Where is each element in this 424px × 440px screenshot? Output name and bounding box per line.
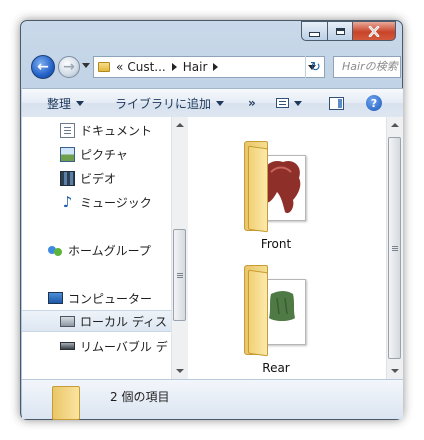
forward-button[interactable]: → — [58, 56, 80, 78]
minimize-icon — [309, 31, 320, 37]
file-item-front[interactable]: Front — [231, 141, 321, 251]
scroll-up-arrow-icon[interactable] — [176, 123, 184, 127]
nav-item-label: ドキュメント — [80, 123, 153, 138]
address-row: ← → « Cust... Hair ↻ Hairの検索 — [21, 51, 402, 81]
folder-icon — [52, 386, 80, 420]
nav-item-removable-disk[interactable]: リムーバブル デ — [22, 335, 171, 357]
homegroup-icon — [48, 243, 63, 258]
details-pane: 2 個の項目 — [22, 379, 403, 420]
maximize-button[interactable] — [327, 21, 352, 41]
nav-item-computer[interactable]: コンピューター — [22, 287, 171, 309]
forward-arrow-icon: → — [63, 59, 75, 75]
address-overflow[interactable]: « — [116, 60, 123, 74]
nav-item-label: ビデオ — [80, 171, 117, 186]
close-icon — [368, 25, 380, 37]
removable-disk-icon — [60, 342, 75, 350]
picture-icon — [60, 146, 75, 162]
folder-icon — [244, 265, 308, 357]
scroll-down-arrow-icon[interactable] — [176, 369, 184, 373]
navigation-scrollbar[interactable] — [171, 117, 188, 379]
content-area: ドキュメント ピクチャ ビデオ ♪ ミュージック ホームグループ コンピューター — [22, 117, 403, 379]
breadcrumb-chevron-icon[interactable] — [213, 63, 219, 71]
nav-item-label: ホームグループ — [68, 243, 151, 258]
breadcrumb-chevron-icon[interactable] — [171, 63, 177, 71]
help-button[interactable]: ? — [366, 89, 382, 117]
refresh-button[interactable]: ↻ — [305, 56, 325, 78]
nav-item-videos[interactable]: ビデオ — [22, 167, 171, 189]
back-arrow-icon: ← — [37, 59, 49, 75]
preview-pane-icon — [329, 96, 344, 110]
nav-item-local-disk[interactable]: ローカル ディス — [22, 310, 171, 332]
document-icon — [60, 122, 75, 138]
toolbar-overflow-button[interactable]: » — [248, 89, 256, 117]
nav-item-documents[interactable]: ドキュメント — [22, 119, 171, 141]
chevron-down-icon — [216, 100, 225, 106]
recent-pages-dropdown[interactable] — [82, 63, 90, 68]
organize-label: 整理 — [47, 96, 72, 111]
video-icon — [60, 170, 75, 186]
scrollbar-thumb[interactable] — [173, 229, 186, 321]
refresh-icon: ↻ — [310, 59, 321, 75]
command-bar: 整理 ライブラリに追加 » ? — [22, 88, 403, 118]
file-name: Front — [260, 237, 292, 251]
add-to-library-label: ライブラリに追加 — [115, 96, 212, 111]
nav-item-label: ミュージック — [80, 195, 152, 210]
search-input[interactable]: Hairの検索 — [333, 56, 401, 78]
nav-item-music[interactable]: ♪ ミュージック — [22, 191, 171, 213]
chevron-down-icon — [294, 100, 302, 106]
nav-item-label: ローカル ディス — [80, 314, 167, 329]
folder-icon — [98, 62, 110, 72]
file-name: Rear — [262, 361, 290, 375]
explorer-window: ← → « Cust... Hair ↻ Hairの検索 整理 ライブラリに追加 — [20, 20, 403, 420]
address-bar[interactable]: « Cust... Hair — [93, 56, 325, 78]
music-icon: ♪ — [62, 192, 73, 211]
nav-item-homegroup[interactable]: ホームグループ — [22, 239, 171, 261]
scrollbar-thumb[interactable] — [388, 137, 401, 359]
preview-pane-button[interactable] — [329, 89, 344, 117]
change-view-button[interactable] — [276, 89, 302, 117]
local-disk-icon — [60, 315, 75, 327]
chevron-down-icon — [76, 100, 85, 106]
scroll-down-arrow-icon[interactable] — [391, 369, 399, 373]
item-count: 2 個の項目 — [110, 390, 170, 404]
folder-icon — [244, 141, 308, 233]
breadcrumb-segment-cust[interactable]: Cust... — [127, 60, 165, 74]
scroll-up-arrow-icon[interactable] — [391, 123, 399, 127]
navigation-pane: ドキュメント ピクチャ ビデオ ♪ ミュージック ホームグループ コンピューター — [22, 117, 171, 379]
nav-item-label: ピクチャ — [80, 147, 128, 162]
nav-item-label: コンピューター — [68, 291, 153, 306]
help-icon: ? — [366, 95, 382, 111]
caption-buttons — [301, 21, 396, 43]
computer-icon — [48, 292, 63, 304]
nav-item-label: リムーバブル デ — [80, 339, 168, 354]
organize-button[interactable]: 整理 — [47, 89, 85, 117]
maximize-icon — [335, 27, 345, 35]
file-list-scrollbar[interactable] — [386, 117, 403, 379]
nav-item-pictures[interactable]: ピクチャ — [22, 143, 171, 165]
back-button[interactable]: ← — [31, 55, 55, 79]
close-button[interactable] — [352, 21, 396, 41]
breadcrumb-segment-hair[interactable]: Hair — [183, 60, 208, 74]
view-icon — [276, 98, 289, 108]
minimize-button[interactable] — [301, 21, 327, 41]
file-item-rear[interactable]: Rear — [231, 265, 321, 375]
add-to-library-button[interactable]: ライブラリに追加 — [115, 89, 225, 117]
